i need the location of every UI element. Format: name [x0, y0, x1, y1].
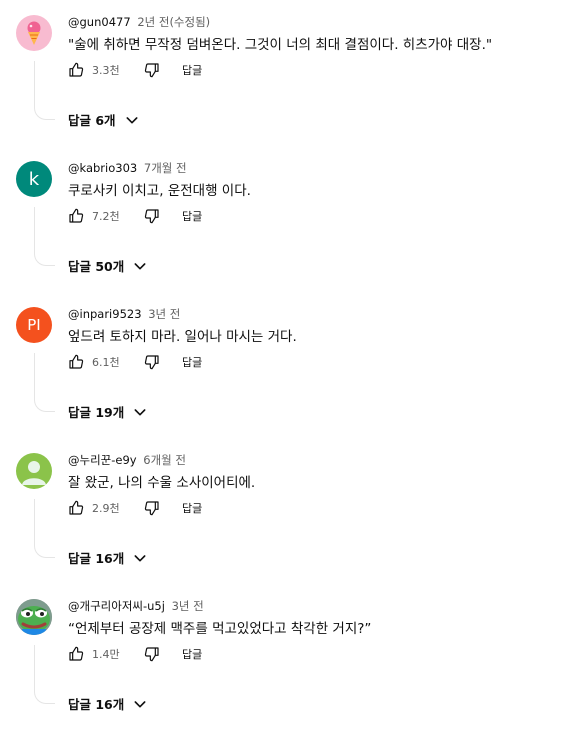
- thumbs-up-icon: [68, 500, 84, 516]
- avatar[interactable]: PI: [16, 307, 52, 343]
- chevron-down-icon: [132, 404, 148, 420]
- author-handle[interactable]: @gun0477: [68, 15, 131, 29]
- like-button[interactable]: [68, 208, 84, 224]
- dislike-button[interactable]: [144, 500, 160, 516]
- comment-text: 쿠로사키 이치고, 운전대행 이다.: [68, 183, 251, 199]
- reply-button[interactable]: 답글: [182, 62, 202, 78]
- timestamp[interactable]: 6개월 전: [143, 453, 186, 467]
- frog-icon: [16, 599, 52, 635]
- view-replies-button[interactable]: 답글 6개: [68, 110, 140, 129]
- comment-meta: @kabrio303 7개월 전: [68, 160, 187, 176]
- comment-actions: 3.3천 답글: [68, 60, 202, 80]
- author-handle[interactable]: @누리꾼-e9y: [68, 453, 137, 467]
- comment-text: “언제부터 공장제 맥주를 먹고있었다고 착각한 거지?”: [68, 621, 372, 637]
- thumbs-down-icon: [144, 208, 160, 224]
- author-handle[interactable]: @inpari9523: [68, 307, 142, 321]
- thumbs-down-icon: [144, 500, 160, 516]
- replies-count: 답글 50개: [68, 259, 125, 274]
- dislike-button[interactable]: [144, 62, 160, 78]
- view-replies-button[interactable]: 답글 16개: [68, 548, 148, 567]
- comment-text: 엎드려 토하지 마라. 일어나 마시는 거다.: [68, 329, 297, 345]
- avatar[interactable]: [16, 599, 52, 635]
- dislike-button[interactable]: [144, 354, 160, 370]
- thumbs-down-icon: [144, 354, 160, 370]
- avatar-letter: PI: [27, 316, 41, 334]
- thumbs-up-icon: [68, 62, 84, 78]
- like-count: 2.9천: [92, 502, 120, 515]
- replies-count: 답글 6개: [68, 113, 116, 128]
- default-user-icon: [16, 453, 52, 489]
- thumbs-up-icon: [68, 646, 84, 662]
- timestamp[interactable]: 7개월 전: [144, 161, 187, 175]
- ice-cream-icon: [16, 15, 52, 51]
- comment-actions: 2.9천 답글: [68, 498, 202, 518]
- replies-count: 답글 19개: [68, 405, 125, 420]
- thread-line: [34, 645, 55, 704]
- comment-meta: @누리꾼-e9y 6개월 전: [68, 452, 186, 468]
- avatar-letter: k: [28, 168, 40, 190]
- thread-line: [34, 353, 55, 412]
- avatar[interactable]: [16, 15, 52, 51]
- dislike-button[interactable]: [144, 646, 160, 662]
- replies-count: 답글 16개: [68, 697, 125, 712]
- avatar[interactable]: [16, 453, 52, 489]
- thread-line: [34, 499, 55, 558]
- comment-meta: @inpari9523 3년 전: [68, 306, 180, 322]
- like-count: 6.1천: [92, 356, 120, 369]
- like-button[interactable]: [68, 646, 84, 662]
- reply-button[interactable]: 답글: [182, 354, 202, 370]
- comment-actions: 7.2천 답글: [68, 206, 202, 226]
- like-button[interactable]: [68, 354, 84, 370]
- comment-actions: 6.1천 답글: [68, 352, 202, 372]
- like-button[interactable]: [68, 62, 84, 78]
- timestamp[interactable]: 3년 전: [148, 307, 180, 321]
- comment-meta: @gun0477 2년 전(수정됨): [68, 14, 210, 30]
- thumbs-down-icon: [144, 62, 160, 78]
- reply-button[interactable]: 답글: [182, 208, 202, 224]
- thumbs-up-icon: [68, 354, 84, 370]
- author-handle[interactable]: @개구리아저씨-u5j: [68, 599, 165, 613]
- thumbs-up-icon: [68, 208, 84, 224]
- view-replies-button[interactable]: 답글 19개: [68, 402, 148, 421]
- chevron-down-icon: [132, 550, 148, 566]
- chevron-down-icon: [124, 112, 140, 128]
- comment-thread: @개구리아저씨-u5j 3년 전 “언제부터 공장제 맥주를 먹고있었다고 착각…: [0, 589, 567, 735]
- comment-thread: @gun0477 2년 전(수정됨) "술에 취하면 무작정 덤벼온다. 그것이…: [0, 5, 567, 151]
- comment-text: "술에 취하면 무작정 덤벼온다. 그것이 너의 최대 결점이다. 히츠가야 대…: [68, 37, 493, 53]
- thread-line: [34, 207, 55, 266]
- dislike-button[interactable]: [144, 208, 160, 224]
- avatar[interactable]: k: [16, 161, 52, 197]
- chevron-down-icon: [132, 696, 148, 712]
- view-replies-button[interactable]: 답글 50개: [68, 256, 148, 275]
- reply-button[interactable]: 답글: [182, 646, 202, 662]
- like-count: 7.2천: [92, 210, 120, 223]
- comment-thread: @누리꾼-e9y 6개월 전 잘 왔군, 나의 수울 소사이어티에. 2.9천 …: [0, 443, 567, 589]
- timestamp[interactable]: 2년 전(수정됨): [137, 15, 210, 29]
- like-count: 3.3천: [92, 64, 120, 77]
- reply-button[interactable]: 답글: [182, 500, 202, 516]
- replies-count: 답글 16개: [68, 551, 125, 566]
- comment-thread: k @kabrio303 7개월 전 쿠로사키 이치고, 운전대행 이다. 7.…: [0, 151, 567, 297]
- thread-line: [34, 61, 55, 120]
- like-button[interactable]: [68, 500, 84, 516]
- comment-actions: 1.4만 답글: [68, 644, 202, 664]
- thumbs-down-icon: [144, 646, 160, 662]
- comment-meta: @개구리아저씨-u5j 3년 전: [68, 598, 204, 614]
- chevron-down-icon: [132, 258, 148, 274]
- timestamp[interactable]: 3년 전: [172, 599, 204, 613]
- view-replies-button[interactable]: 답글 16개: [68, 694, 148, 713]
- comment-thread: PI @inpari9523 3년 전 엎드려 토하지 마라. 일어나 마시는 …: [0, 297, 567, 443]
- comment-text: 잘 왔군, 나의 수울 소사이어티에.: [68, 475, 256, 491]
- author-handle[interactable]: @kabrio303: [68, 161, 137, 175]
- like-count: 1.4만: [92, 648, 120, 661]
